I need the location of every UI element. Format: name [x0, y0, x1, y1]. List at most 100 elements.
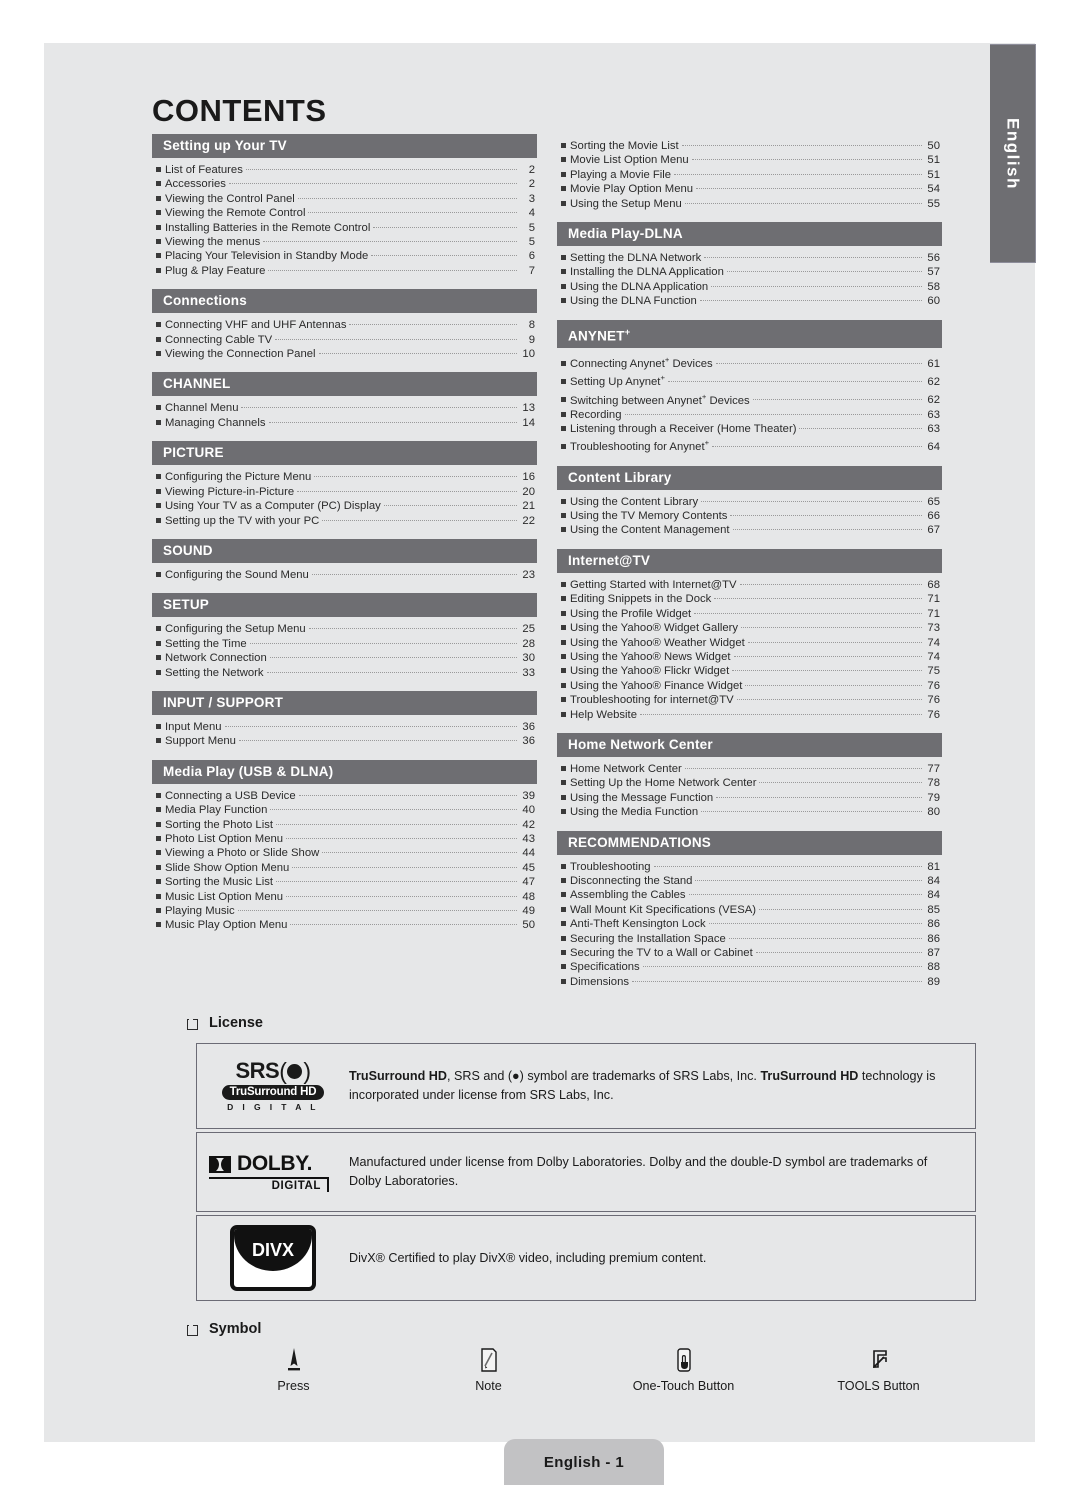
toc-entry[interactable]: Using the TV Memory Contents 66	[561, 509, 940, 523]
toc-entry[interactable]: Using the Setup Menu 55	[561, 197, 940, 211]
toc-leader-dots	[322, 852, 517, 854]
toc-entry[interactable]: Accessories 2	[156, 177, 535, 191]
toc-entry[interactable]: Connecting Cable TV 9	[156, 333, 535, 347]
toc-entry-page: 63	[927, 408, 940, 421]
toc-entry[interactable]: Editing Snippets in the Dock 71	[561, 592, 940, 606]
toc-entry[interactable]: Sorting the Movie List 50	[561, 139, 940, 153]
toc-entry[interactable]: Setting the DLNA Network 56	[561, 251, 940, 265]
toc-entry[interactable]: Using the DLNA Application 58	[561, 280, 940, 294]
toc-entry-page: 76	[927, 679, 940, 692]
toc-entry-label: Help Website	[570, 708, 637, 721]
toc-entry[interactable]: Photo List Option Menu 43	[156, 832, 535, 846]
bullet-square-icon	[156, 503, 161, 509]
toc-entry[interactable]: Managing Channels 14	[156, 416, 535, 430]
bullet-square-icon	[156, 167, 161, 172]
bullet-square-icon	[561, 711, 566, 717]
srs-trusurround-hd-logo: SRS ( ) TruSurround HD D I G I T A L	[197, 1060, 349, 1112]
toc-entry[interactable]: Configuring the Picture Menu 16	[156, 470, 535, 484]
toc-entry[interactable]: Slide Show Option Menu 45	[156, 861, 535, 875]
toc-entry[interactable]: Troubleshooting 81	[561, 860, 940, 874]
toc-entry[interactable]: Using the Yahoo® Widget Gallery 73	[561, 621, 940, 635]
toc-leader-dots	[674, 173, 922, 175]
toc-entry[interactable]: Setting up the TV with your PC 22	[156, 514, 535, 528]
toc-entry[interactable]: Using the Content Management 67	[561, 523, 940, 537]
toc-entry[interactable]: Connecting VHF and UHF Antennas 8	[156, 318, 535, 332]
toc-leader-dots	[715, 362, 922, 364]
toc-entry-page: 66	[927, 510, 940, 523]
toc-entry-label: Using the Setup Menu	[570, 197, 682, 210]
bullet-square-icon	[561, 610, 566, 616]
toc-entry[interactable]: Music List Option Menu 48	[156, 890, 535, 904]
toc-entry-page: 71	[927, 593, 940, 606]
toc-entry[interactable]: Network Connection 30	[156, 651, 535, 665]
toc-entry-label: Sorting the Movie List	[570, 140, 679, 152]
toc-entry[interactable]: Specifications 88	[561, 960, 940, 974]
toc-leader-dots	[739, 583, 922, 585]
toc-entry[interactable]: Switching between Anynet+ Devices 62	[561, 390, 940, 408]
toc-entry[interactable]: Setting Up Anynet+ 62	[561, 371, 940, 389]
toc-leader-dots	[711, 285, 922, 287]
toc-entry[interactable]: Using Your TV as a Computer (PC) Display…	[156, 499, 535, 513]
toc-entry[interactable]: Using the Content Library 65	[561, 495, 940, 509]
toc-entry[interactable]: Support Menu 36	[156, 734, 535, 748]
toc-entry[interactable]: Music Play Option Menu 50	[156, 918, 535, 932]
toc-entry[interactable]: Configuring the Sound Menu 23	[156, 568, 535, 582]
toc-entry[interactable]: Installing Batteries in the Remote Contr…	[156, 221, 535, 235]
toc-leader-dots	[684, 767, 922, 769]
toc-entry[interactable]: Disconnecting the Stand 84	[561, 874, 940, 888]
toc-entry[interactable]: Using the Profile Widget 71	[561, 607, 940, 621]
toc-entry-page: 42	[522, 818, 535, 831]
toc-entry[interactable]: Media Play Function 40	[156, 803, 535, 817]
toc-entry[interactable]: Setting the Network 33	[156, 666, 535, 680]
toc-entry[interactable]: Placing Your Television in Standby Mode 6	[156, 249, 535, 263]
toc-entry-label: Using the Yahoo® Widget Gallery	[570, 622, 739, 635]
toc-entry[interactable]: Using the Yahoo® Weather Widget 74	[561, 636, 940, 650]
toc-entry[interactable]: Setting Up the Home Network Center 78	[561, 776, 940, 790]
toc-entry[interactable]: Viewing the Connection Panel 10	[156, 347, 535, 361]
toc-entry[interactable]: Installing the DLNA Application 57	[561, 265, 940, 279]
toc-entry[interactable]: Wall Mount Kit Specifications (VESA) 85	[561, 903, 940, 917]
toc-entry[interactable]: Listening through a Receiver (Home Theat…	[561, 422, 940, 436]
toc-entry-label: Accessories	[165, 178, 226, 191]
toc-entry[interactable]: Troubleshooting for internet@TV 76	[561, 693, 940, 707]
toc-entry[interactable]: Viewing a Photo or Slide Show 44	[156, 846, 535, 860]
toc-entry[interactable]: Assembling the Cables 84	[561, 888, 940, 902]
toc-entry[interactable]: Configuring the Setup Menu 25	[156, 622, 535, 636]
toc-entry[interactable]: List of Features 2	[156, 163, 535, 177]
toc-entry[interactable]: Viewing Picture-in-Picture 20	[156, 485, 535, 499]
toc-entry[interactable]: Movie List Option Menu 51	[561, 153, 940, 167]
toc-entry[interactable]: Using the DLNA Function 60	[561, 294, 940, 308]
toc-entry[interactable]: Viewing the Control Panel 3	[156, 192, 535, 206]
toc-entry[interactable]: Playing a Movie File 51	[561, 168, 940, 182]
toc-entry[interactable]: Input Menu 36	[156, 720, 535, 734]
toc-entry[interactable]: Using the Yahoo® Flickr Widget 75	[561, 664, 940, 678]
toc-entry[interactable]: Connecting a USB Device 39	[156, 789, 535, 803]
toc-entry[interactable]: Using the Message Function 79	[561, 791, 940, 805]
toc-entry-page: 47	[522, 876, 535, 889]
toc-entry[interactable]: Help Website 76	[561, 708, 940, 722]
bullet-square-icon	[156, 224, 161, 230]
toc-entry[interactable]: Anti-Theft Kensington Lock 86	[561, 917, 940, 931]
toc-entry[interactable]: Viewing the menus 5	[156, 235, 535, 249]
toc-entry[interactable]: Channel Menu 13	[156, 401, 535, 415]
toc-entry[interactable]: Using the Media Function 80	[561, 805, 940, 819]
toc-entry[interactable]: Movie Play Option Menu 54	[561, 182, 940, 196]
toc-entry-label: Disconnecting the Stand	[570, 874, 693, 887]
toc-entry[interactable]: Setting the Time 28	[156, 637, 535, 651]
toc-entry[interactable]: Securing the TV to a Wall or Cabinet 87	[561, 946, 940, 960]
toc-entry[interactable]: Playing Music 49	[156, 904, 535, 918]
toc-entry[interactable]: Sorting the Photo List 42	[156, 818, 535, 832]
toc-entry[interactable]: Dimensions 89	[561, 975, 940, 989]
toc-entry[interactable]: Troubleshooting for Anynet+ 64	[561, 436, 940, 454]
toc-entry[interactable]: Recording 63	[561, 408, 940, 422]
toc-entry[interactable]: Home Network Center 77	[561, 762, 940, 776]
toc-entry[interactable]: Getting Started with Internet@TV 68	[561, 578, 940, 592]
toc-entry[interactable]: Connecting Anynet+ Devices 61	[561, 353, 940, 371]
toc-entry[interactable]: Sorting the Music List 47	[156, 875, 535, 889]
toc-entry[interactable]: Securing the Installation Space 86	[561, 932, 940, 946]
toc-entry[interactable]: Using the Yahoo® Finance Widget 76	[561, 679, 940, 693]
toc-entry[interactable]: Plug & Play Feature 7	[156, 264, 535, 278]
toc-entry-page: 30	[522, 652, 535, 665]
toc-entry[interactable]: Viewing the Remote Control 4	[156, 206, 535, 220]
toc-entry[interactable]: Using the Yahoo® News Widget 74	[561, 650, 940, 664]
